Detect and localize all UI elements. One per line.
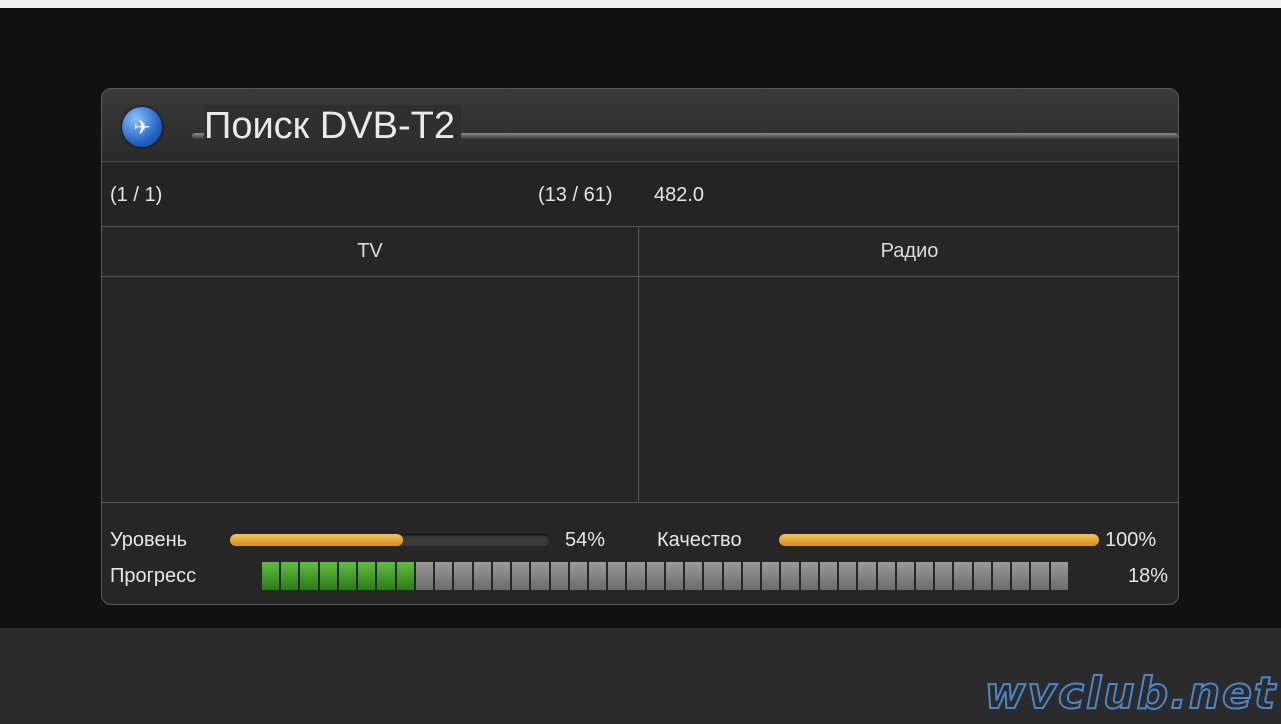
dialog-titlebar: ✈ Поиск DVB-T2	[102, 89, 1178, 161]
progress-segment	[954, 562, 972, 590]
progress-segment	[550, 562, 568, 590]
progress-segment	[1031, 562, 1049, 590]
level-label: Уровень	[110, 529, 188, 551]
progress-segment	[338, 562, 357, 590]
progress-segment	[512, 562, 530, 590]
progress-segment	[896, 562, 914, 590]
progress-segment	[492, 562, 511, 590]
progress-segment	[435, 562, 453, 590]
scan-progress-bar	[262, 562, 1068, 590]
tv-column-header: TV	[102, 226, 638, 277]
progress-segment	[262, 562, 280, 590]
quality-percent: 100%	[1105, 529, 1157, 551]
channel-counter: (13 / 61)	[538, 184, 613, 206]
progress-label: Прогресс	[110, 565, 197, 587]
satellite-globe-icon: ✈	[122, 107, 162, 147]
progress-segment	[819, 562, 838, 590]
progress-segment	[473, 562, 491, 590]
level-bar	[230, 534, 550, 546]
progress-segment	[723, 562, 741, 590]
progress-segment	[377, 562, 395, 590]
scan-info-row: (1 / 1) (13 / 61) 482.0	[102, 161, 1178, 227]
progress-segment	[800, 562, 818, 590]
progress-segment	[704, 562, 722, 590]
progress-segment	[627, 562, 645, 590]
progress-segment	[858, 562, 876, 590]
watermark: wvclub.net	[984, 667, 1277, 720]
dialog-title: Поиск DVB-T2	[204, 105, 461, 148]
results-columns: TV Радио	[102, 226, 1178, 502]
progress-segment	[973, 562, 991, 590]
top-strip	[0, 0, 1281, 8]
level-bar-fill	[230, 534, 403, 546]
progress-segment	[608, 562, 626, 590]
progress-segment	[569, 562, 587, 590]
tv-results-column: TV	[102, 226, 639, 502]
progress-segment	[415, 562, 434, 590]
progress-segment	[665, 562, 684, 590]
progress-segment	[877, 562, 895, 590]
progress-segment	[1012, 562, 1030, 590]
progress-segment	[319, 562, 337, 590]
progress-segment	[992, 562, 1011, 590]
radio-column-header: Радио	[639, 226, 1178, 277]
progress-segment	[531, 562, 549, 590]
progress-segment	[935, 562, 953, 590]
level-percent: 54%	[565, 529, 606, 551]
progress-segment	[781, 562, 799, 590]
progress-segment	[646, 562, 664, 590]
dvb-search-dialog: ✈ Поиск DVB-T2 (1 / 1) (13 / 61) 482.0 T…	[101, 88, 1179, 605]
progress-percent: 18%	[1128, 565, 1169, 587]
progress-segment	[396, 562, 414, 590]
progress-segment	[685, 562, 703, 590]
frequency-readout: 482.0	[654, 184, 705, 206]
progress-segment	[281, 562, 299, 590]
page-counter: (1 / 1)	[110, 184, 163, 206]
quality-label: Качество	[657, 529, 742, 551]
progress-segment	[915, 562, 934, 590]
progress-segment	[588, 562, 607, 590]
progress-segment	[358, 562, 376, 590]
radio-results-column: Радио	[639, 226, 1178, 502]
progress-segment	[300, 562, 318, 590]
progress-segment	[762, 562, 780, 590]
progress-segment	[742, 562, 761, 590]
progress-segment	[1050, 562, 1068, 590]
meters-divider	[102, 502, 1178, 503]
quality-bar	[779, 534, 1099, 546]
progress-segment	[454, 562, 472, 590]
quality-bar-fill	[779, 534, 1099, 546]
progress-segment	[839, 562, 857, 590]
